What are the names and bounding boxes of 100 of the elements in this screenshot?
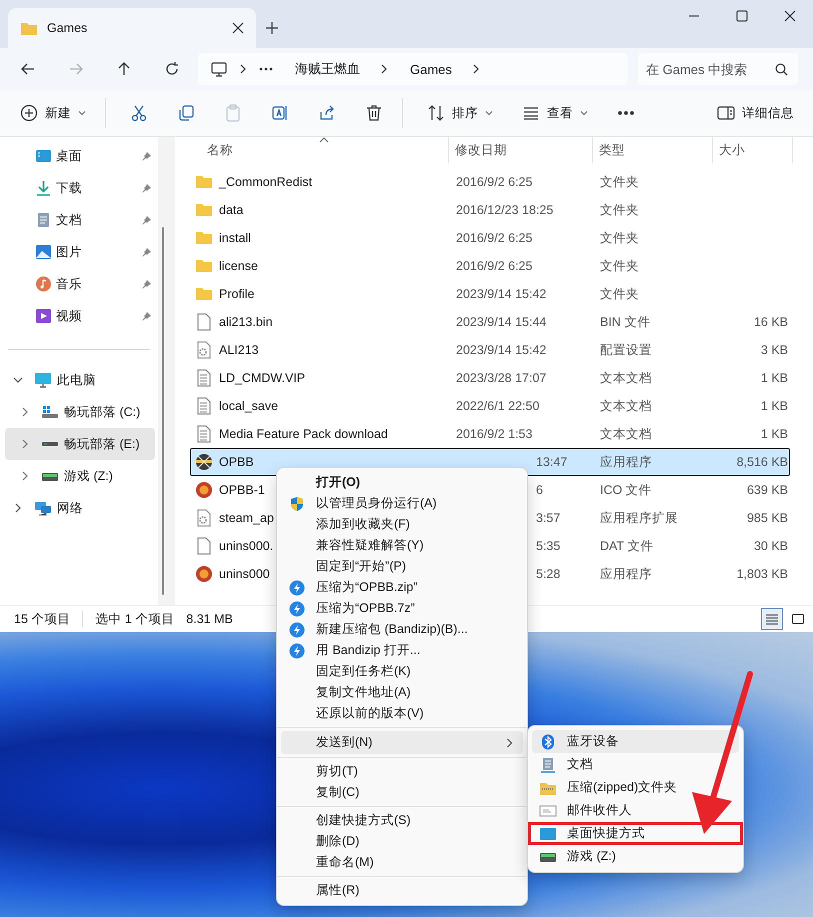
file-name: local_save [219,399,278,413]
selection-size: 8.31 MB [186,612,233,626]
new-button[interactable]: 新建 [10,97,96,129]
tree-item[interactable]: 畅玩部落 (E:) [5,428,155,460]
tree-item[interactable]: 网络 [0,492,155,524]
menu-item[interactable]: 复制文件地址(A) [281,682,523,703]
document-icon [195,537,213,555]
menu-item[interactable]: 压缩为“OPBB.7z” [281,598,523,619]
column-header[interactable]: 名称 [190,137,449,163]
more-icon[interactable] [259,67,273,71]
sidebar-item[interactable]: 下载 [0,172,158,204]
close-icon[interactable] [232,22,244,34]
close-icon[interactable] [784,10,796,22]
chevron-icon[interactable] [20,439,30,449]
details-button[interactable]: 详细信息 [707,97,804,129]
modified-date: 2022/6/1 22:50 [456,399,540,413]
menu-item[interactable]: 用 Bandizip 打开... [281,640,523,661]
menu-item[interactable]: 创建快捷方式(S) [281,810,523,831]
file-name: install [219,231,251,245]
column-header[interactable]: 大小 [713,137,793,163]
music-note-icon [35,276,52,292]
rename-icon [271,104,289,122]
lightning-circle-icon [289,622,305,638]
sidebar-item[interactable]: 桌面 [0,140,158,172]
menu-item[interactable]: 发送到(N) [281,731,523,754]
tile-view-icon [791,613,805,625]
plus-circle-icon [20,104,38,122]
round-emblem-icon [195,565,213,583]
sidebar-item[interactable]: 视频 [0,300,158,332]
share-icon [318,104,336,122]
menu-item[interactable]: 固定到“开始”(P) [281,556,523,577]
menu-item[interactable]: 以管理员身份运行(A) [281,493,523,514]
file-size: 639 KB [746,483,788,497]
lightning-circle-icon [289,600,305,616]
menu-item[interactable]: 压缩为“OPBB.zip” [281,577,523,598]
sort-button[interactable]: 排序 [417,97,503,129]
breadcrumb[interactable]: 海贼王燃血 [295,60,360,78]
sidebar-item[interactable]: 图片 [0,236,158,268]
chevron-icon[interactable] [20,471,30,481]
text-document-icon [195,397,213,415]
document-icon [539,756,557,772]
folder-icon [195,201,213,219]
text-document-icon [195,369,213,387]
file-name: _CommonRedist [219,175,312,189]
copy-icon [177,104,195,122]
search-field[interactable]: 在 Games 中搜索 [638,53,798,85]
breadcrumb[interactable]: Games [410,62,452,76]
menu-item[interactable]: 还原以前的版本(V) [281,703,523,724]
tree-item[interactable]: 此电脑 [0,364,155,396]
sort-icon [427,104,445,122]
file-type: 文件夹 [600,202,639,216]
column-header[interactable]: 修改日期 [449,137,593,163]
tree-item[interactable]: 畅玩部落 (C:) [0,396,155,428]
file-size: 16 KB [754,315,788,329]
sidebar-item[interactable]: 文档 [0,204,158,236]
tab[interactable]: Games [8,8,256,48]
menu-item[interactable]: 添加到收藏夹(F) [281,514,523,535]
maximize-icon[interactable] [736,10,748,22]
modified-date: 2016/9/2 6:25 [456,175,532,189]
folder-icon [20,20,38,36]
column-header[interactable]: 类型 [593,137,713,163]
menu-item[interactable]: 复制(C) [281,782,523,803]
menu-item[interactable]: 属性(R) [281,880,523,901]
menu-item[interactable]: 邮件收件人 [532,799,739,822]
refresh-icon [164,61,180,77]
file-size: 1 KB [760,427,788,441]
modified-date: 5:28 [536,567,560,581]
menu-item[interactable]: 重命名(M) [281,852,523,873]
chevron-icon [380,64,388,74]
tree-item[interactable]: 游戏 (Z:) [0,460,155,492]
file-name: unins000 [219,567,270,581]
menu-item[interactable]: 兼容性疑难解答(Y) [281,535,523,556]
menu-item[interactable]: 删除(D) [281,831,523,852]
address-bar[interactable]: 海贼王燃血 Games [198,53,628,85]
menu-item[interactable]: 蓝牙设备 [532,730,739,753]
gear-document-icon [195,509,213,527]
chevron-icon[interactable] [13,503,23,513]
menu-item[interactable]: 文档 [532,753,739,776]
details-pane-icon [717,104,735,122]
menu-item[interactable]: 压缩(zipped)文件夹 [532,776,739,799]
chevron-icon[interactable] [13,375,23,385]
sidebar-item[interactable]: 音乐 [0,268,158,300]
file-name: steam_ap [219,511,274,525]
view-button[interactable]: 查看 [512,97,598,129]
menu-item[interactable]: 桌面快捷方式 [528,822,743,845]
monitor-icon [211,62,227,76]
file-type: BIN 文件 [600,314,650,328]
file-type: 应用程序扩展 [600,510,678,524]
file-type: 文本文档 [600,370,652,384]
menu-item[interactable]: 游戏 (Z:) [532,845,739,868]
menu-item[interactable]: 固定到任务栏(K) [281,661,523,682]
details-view-button[interactable] [761,608,783,630]
lightning-circle-icon [289,642,305,658]
menu-item[interactable]: 新建压缩包 (Bandizip)(B)... [281,619,523,640]
menu-item[interactable]: 剪切(T) [281,761,523,782]
file-name: LD_CMDW.VIP [219,371,306,385]
modified-date: 2023/9/14 15:42 [456,343,546,357]
chevron-icon[interactable] [20,407,30,417]
new-tab-icon[interactable] [265,21,279,35]
more-icon [617,111,635,115]
